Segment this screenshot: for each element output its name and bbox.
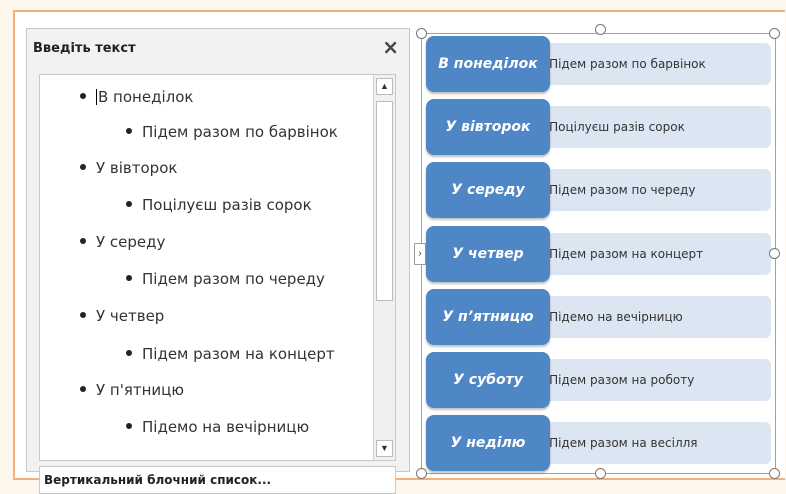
smartart-row[interactable]: •Підем разом на весілля У неділю <box>426 415 776 471</box>
detail-shape[interactable]: •Підем разом по барвінок <box>536 43 771 85</box>
day-shape[interactable]: У середу <box>426 162 550 218</box>
detail-shape[interactable]: •Поцілуєш разів сорок <box>536 106 771 148</box>
scroll-up-icon[interactable]: ▲ <box>376 78 393 95</box>
resize-handle-bottom-right[interactable] <box>769 468 780 479</box>
bullet-icon <box>80 311 86 318</box>
expand-text-pane-icon[interactable]: › <box>414 243 426 265</box>
text-pane-title: Введіть текст <box>33 41 136 56</box>
detail-shape[interactable]: •Підем разом на роботу <box>536 359 771 401</box>
list-item[interactable]: Підем разом на концерт <box>126 345 335 363</box>
detail-shape[interactable]: •Підем разом на весілля <box>536 422 771 464</box>
bullet-list-editor[interactable]: В понеділок Підем разом по барвінок У ві… <box>39 74 396 461</box>
list-item[interactable]: У вівторок <box>80 159 177 177</box>
bullet-icon <box>80 237 86 244</box>
scroll-thumb[interactable] <box>376 101 393 301</box>
detail-shape[interactable]: •Підем разом на концерт <box>536 233 771 275</box>
smartart-row[interactable]: •Поцілуєш разів сорок У вівторок <box>426 99 776 155</box>
scroll-down-icon[interactable]: ▼ <box>376 440 393 457</box>
list-item[interactable]: У середу <box>80 233 165 251</box>
bullet-icon <box>126 422 132 429</box>
smartart-row[interactable]: •Підем разом на концерт У четвер <box>426 226 776 282</box>
list-item[interactable]: В понеділок <box>80 88 193 106</box>
day-shape[interactable]: У суботу <box>426 352 550 408</box>
bullet-icon <box>126 200 132 207</box>
bullet-icon <box>126 349 132 356</box>
resize-handle-right[interactable] <box>769 248 780 259</box>
smartart-row[interactable]: •Підем разом по барвінок В понеділок <box>426 36 776 92</box>
day-shape[interactable]: У четвер <box>426 226 550 282</box>
list-item[interactable]: Підем разом по череду <box>126 270 325 288</box>
day-shape[interactable]: В понеділок <box>426 36 550 92</box>
list-item[interactable]: Підемо на вечірницю <box>126 418 309 436</box>
detail-shape[interactable]: •Підемо на вечірницю <box>536 296 771 338</box>
smartart-row[interactable]: •Підем разом по череду У середу <box>426 162 776 218</box>
resize-handle-bottom[interactable] <box>595 468 606 479</box>
resize-handle-top[interactable] <box>595 24 606 35</box>
day-shape[interactable]: У вівторок <box>426 99 550 155</box>
vertical-scrollbar[interactable]: ▲ ▼ <box>373 75 395 460</box>
list-item[interactable]: Поцілуєш разів сорок <box>126 196 312 214</box>
detail-shape[interactable]: •Підем разом по череду <box>536 169 771 211</box>
layout-description-link[interactable]: Вертикальний блочний список... <box>39 466 396 494</box>
list-item[interactable]: У п'ятницю <box>80 381 184 399</box>
bullet-icon <box>80 385 86 392</box>
resize-handle-top-right[interactable] <box>769 28 780 39</box>
bullet-icon <box>80 163 86 170</box>
day-shape[interactable]: У п’ятницю <box>426 289 550 345</box>
bullet-icon <box>126 127 132 134</box>
text-cursor <box>96 88 97 105</box>
bullet-icon <box>126 274 132 281</box>
smartart-row[interactable]: •Підем разом на роботу У суботу <box>426 352 776 408</box>
list-item[interactable]: Підем разом по барвінок <box>126 123 338 141</box>
text-pane: Введіть текст × В понеділок Підем разом … <box>26 28 410 494</box>
resize-handle-top-left[interactable] <box>416 28 427 39</box>
smartart-row[interactable]: •Підемо на вечірницю У п’ятницю <box>426 289 776 345</box>
close-icon[interactable]: × <box>382 35 399 59</box>
day-shape[interactable]: У неділю <box>426 415 550 471</box>
resize-handle-bottom-left[interactable] <box>416 468 427 479</box>
list-item[interactable]: У четвер <box>80 307 164 325</box>
bullet-icon <box>80 92 86 99</box>
